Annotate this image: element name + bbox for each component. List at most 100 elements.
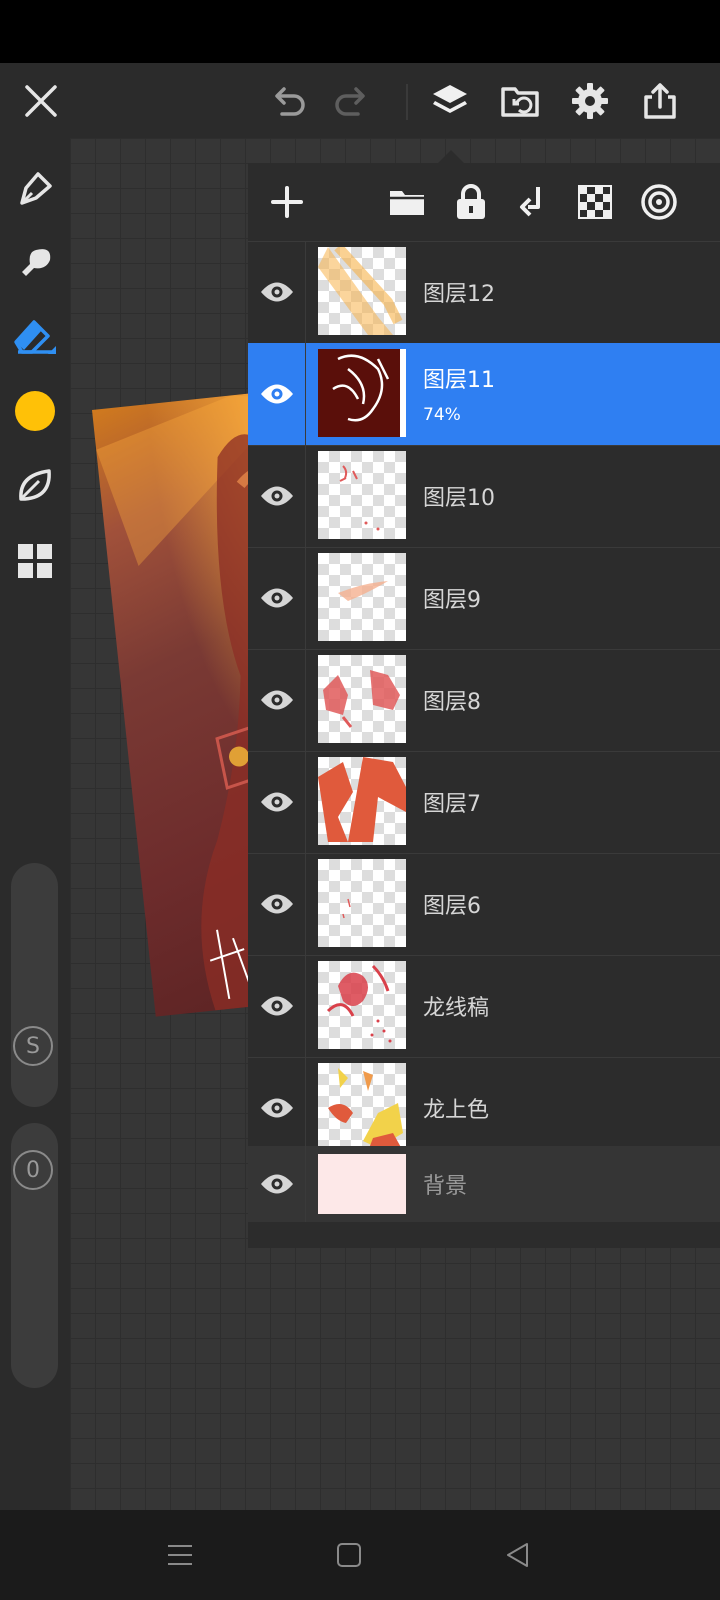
top-toolbar [0,63,720,138]
layer-thumbnail [318,349,406,437]
nav-home-button[interactable] [324,1530,374,1580]
status-bar [0,0,720,63]
layer-name: 龙线稿 [423,996,490,1021]
layer-thumbnail [318,961,406,1049]
layer-opacity: 74% [423,405,461,425]
import-button[interactable] [488,63,552,138]
eye-icon [260,996,293,1016]
redo-button[interactable] [320,63,384,138]
merge-down-button[interactable] [506,175,560,229]
eye-icon [260,1174,293,1194]
transparency-lock-button[interactable] [568,175,622,229]
layers-icon [433,84,467,113]
size-label: S [13,1026,53,1066]
layer-name: 图层8 [423,690,481,715]
layer-thumbnail [318,655,406,743]
layer-thumbnail [318,451,406,539]
redo-icon [335,86,365,116]
undo-button[interactable] [256,63,320,138]
layer-row-background[interactable]: 背景 [248,1146,720,1222]
eye-icon [260,792,293,812]
color-swatch-button[interactable] [8,384,62,438]
layer-name: 图层7 [423,792,481,817]
layer-thumbnail [318,553,406,641]
layer-row[interactable]: 图层9 [248,547,720,650]
layer-thumbnail [318,1063,406,1151]
visibility-toggle[interactable] [248,241,306,343]
eraser-icon [14,320,56,354]
visibility-toggle[interactable] [248,1057,306,1159]
eye-icon [260,486,293,506]
eraser-tool-button[interactable] [8,310,62,364]
eye-icon [260,894,293,914]
settings-button[interactable] [558,63,622,138]
home-square-icon [337,1543,361,1567]
menu-icon [168,1545,192,1565]
layer-thumbnail [318,247,406,335]
layers-panel: 图层12 图层11 74% 图层10 图层9 图层8 图层7 图层6 龙线稿 龙上色 背景 [248,163,720,1248]
layer-thumbnail [318,1154,406,1214]
layer-row[interactable]: 图层11 74% [248,343,720,446]
clipping-mask-button[interactable] [632,175,686,229]
eye-icon [260,282,293,302]
visibility-toggle[interactable] [248,751,306,853]
brush-tool-button[interactable] [8,236,62,290]
layer-name: 龙上色 [423,1098,490,1123]
toolbar-divider [406,84,408,120]
gear-icon [572,82,608,119]
visibility-toggle[interactable] [248,955,306,1057]
brush-size-slider[interactable] [11,863,58,1107]
eye-icon [260,588,293,608]
layers-panel-toolbar [248,163,720,242]
target-icon [641,184,677,220]
layer-row[interactable]: 图层6 [248,853,720,956]
layer-name: 图层10 [423,486,495,511]
visibility-toggle[interactable] [248,445,306,547]
add-icon [271,186,303,218]
share-icon [644,82,676,119]
back-triangle-icon [507,1543,528,1567]
close-icon [25,84,57,117]
folder-import-icon [501,86,539,117]
opacity-label: 0 [13,1150,53,1190]
pen-icon [20,172,52,205]
pen-tool-button[interactable] [8,162,62,216]
layer-row[interactable]: 图层10 [248,445,720,548]
add-layer-button[interactable] [260,175,314,229]
layer-thumbnail [318,757,406,845]
lock-layer-button[interactable] [444,175,498,229]
visibility-toggle[interactable] [248,649,306,751]
more-tools-button[interactable] [8,534,62,588]
left-toolbar: S 0 [0,138,70,1510]
folder-icon [390,191,424,215]
close-button[interactable] [9,63,73,138]
system-nav-bar [0,1510,720,1600]
new-group-button[interactable] [380,175,434,229]
visibility-toggle[interactable] [248,547,306,649]
share-button[interactable] [628,63,692,138]
layer-row[interactable]: 图层7 [248,751,720,854]
layer-name: 图层6 [423,894,481,919]
layer-row[interactable]: 图层8 [248,649,720,752]
eye-icon [260,1098,293,1118]
visibility-toggle[interactable] [248,343,306,445]
layers-button[interactable] [418,63,482,138]
lock-icon [457,184,485,219]
visibility-toggle[interactable] [248,1146,306,1222]
layer-row[interactable]: 龙线稿 [248,955,720,1058]
leaf-icon [19,469,51,501]
layer-row[interactable]: 龙上色 [248,1057,720,1160]
layer-name: 图层9 [423,588,481,613]
smudge-tool-button[interactable] [8,458,62,512]
layers-panel-pointer [438,150,464,163]
layer-thumbnail [318,859,406,947]
grid-icon [18,544,52,578]
layer-name: 背景 [423,1174,468,1199]
eye-icon [260,384,293,404]
nav-back-button[interactable] [493,1530,543,1580]
visibility-toggle[interactable] [248,853,306,955]
current-color-swatch [15,391,55,431]
merge-down-icon [520,187,540,217]
checker-icon [578,185,612,219]
nav-menu-button[interactable] [155,1530,205,1580]
